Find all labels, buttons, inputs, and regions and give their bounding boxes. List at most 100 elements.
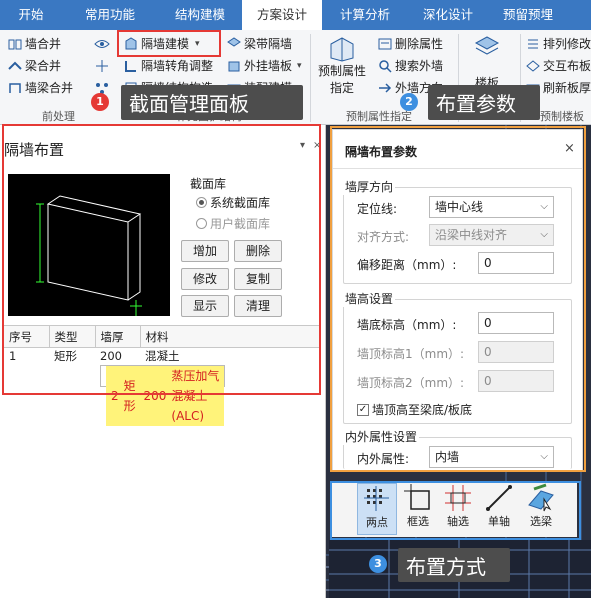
wall-beam-merge-icon: [8, 81, 22, 95]
chevron-down-icon: ⌵: [540, 229, 548, 240]
cell-material: 蒸压加气混凝土(ALC): [166, 365, 224, 426]
show-section-button[interactable]: 显示: [181, 295, 229, 317]
cell-material: 混凝土: [145, 349, 180, 364]
two-point-mode-button[interactable]: 两点: [357, 483, 397, 535]
partition-modeling-button[interactable]: 隔墙建模 ▾: [124, 34, 200, 54]
tab-common[interactable]: 常用功能: [62, 0, 158, 30]
callout-params: 布置参数: [428, 85, 540, 120]
wall-top1-input[interactable]: 0: [478, 341, 554, 363]
add-section-button[interactable]: 增加: [181, 240, 229, 262]
cell-thickness: 200: [138, 365, 167, 426]
group-label-preprocess: 前处理: [42, 110, 75, 123]
wall-bottom-input[interactable]: 0: [478, 312, 554, 334]
select-beam-icon: [528, 483, 554, 512]
partition-wall-icon: [124, 37, 138, 51]
inout-select[interactable]: 内墙 ⌵: [429, 446, 554, 468]
copy-section-button[interactable]: 复制: [234, 268, 282, 290]
beam-merge-button[interactable]: 梁合并: [8, 56, 61, 76]
offset-label: 偏移距离（mm）:: [357, 258, 457, 272]
wall-beam-merge-button[interactable]: 墙梁合并: [8, 78, 73, 98]
tab-start[interactable]: 开始: [0, 0, 62, 30]
col-header-thickness[interactable]: 墙厚: [95, 325, 141, 348]
table-row-selected[interactable]: 2 矩形 200 蒸压加气混凝土(ALC): [100, 364, 225, 426]
wall-merge-button[interactable]: 墙合并: [8, 34, 61, 54]
ribbon-tab-bar: 开始 常用功能 结构建模 方案设计 计算分析 深化设计 预留预埋: [0, 0, 591, 30]
wall-bottom-label: 墙底标高（mm）:: [357, 318, 457, 332]
panel-close-icon[interactable]: ×: [313, 140, 321, 151]
placement-mode-toolbar: 两点 框选 轴选 单轴 选梁: [332, 481, 577, 537]
panel-menu-icon[interactable]: ▾: [300, 140, 305, 151]
eye-icon[interactable]: [94, 34, 110, 54]
user-library-radio[interactable]: 用户截面库: [196, 215, 270, 232]
interactive-slab-button[interactable]: 交互布板: [526, 56, 591, 76]
wall-top2-label: 墙顶标高2（mm）:: [357, 376, 465, 390]
wall-height-legend: 墙高设置: [343, 290, 396, 307]
section-preview: [8, 174, 170, 316]
clean-section-button[interactable]: 清理: [234, 295, 282, 317]
prefab-property-assign-button[interactable]: 预制属性 指定: [314, 36, 370, 104]
system-library-radio[interactable]: 系统截面库: [196, 194, 270, 211]
col-header-material[interactable]: 材料: [140, 325, 320, 348]
arrange-modify-button[interactable]: 排列修改: [526, 34, 591, 54]
cell-thickness: 200: [100, 349, 122, 364]
delete-section-button[interactable]: 删除: [234, 240, 282, 262]
inout-label: 内外属性:: [357, 452, 410, 466]
select-beam-mode-button[interactable]: 选梁: [520, 483, 562, 535]
checkbox-checked-icon: ✓: [357, 403, 369, 416]
radio-empty-icon: [196, 218, 207, 229]
cell-no: 1: [9, 349, 17, 364]
modify-section-button[interactable]: 修改: [181, 268, 229, 290]
delete-property-button[interactable]: 删除属性: [378, 34, 443, 54]
tab-calculation[interactable]: 计算分析: [322, 0, 408, 30]
dropdown-chevron-icon: ▾: [195, 39, 200, 49]
split-vertical-icon[interactable]: [94, 56, 110, 76]
callout-badge-2: 2: [400, 93, 418, 111]
ribbon-separator: [310, 34, 311, 122]
wall-merge-icon: [8, 37, 22, 51]
beam-partition-icon: [227, 37, 241, 51]
col-header-type[interactable]: 类型: [49, 325, 96, 348]
direction-icon: [378, 81, 392, 95]
floor-slab-button[interactable]: 楼板: [464, 34, 510, 91]
dropdown-chevron-icon: ▾: [297, 61, 302, 71]
panel-title: 隔墙布置: [4, 141, 65, 159]
radio-selected-icon: [196, 197, 207, 208]
section-table: 序号 类型 墙厚 材料 1 矩形 200 混凝土 2 矩形 200 蒸压加气混凝…: [4, 325, 320, 426]
params-title: 隔墙布置参数: [345, 145, 418, 159]
prefab-property-icon: [330, 37, 354, 62]
section-manager-panel: 隔墙布置 ▾ × 截面库 系统截面库 用户截面库 增加 删除 修改 复制 显示 清…: [0, 125, 326, 598]
partition-corner-adjust-button[interactable]: 隔墙转角调整: [124, 56, 213, 76]
col-header-no[interactable]: 序号: [4, 325, 50, 348]
tab-detail-design[interactable]: 深化设计: [408, 0, 488, 30]
callout-badge-1: 1: [91, 93, 109, 111]
arrange-icon: [526, 37, 540, 51]
group-label-prefab-slab: 预制楼板: [540, 110, 584, 123]
callout-badge-3: 3: [369, 555, 387, 573]
wall-thickness-legend: 墙厚方向: [343, 178, 396, 195]
close-icon[interactable]: ×: [564, 141, 575, 156]
single-axis-mode-button[interactable]: 单轴: [479, 483, 519, 535]
search-icon: [378, 59, 392, 73]
align-mode-select[interactable]: 沿梁中线对齐 ⌵: [429, 224, 554, 246]
axis-select-mode-button[interactable]: 轴选: [438, 483, 478, 535]
beam-merge-icon: [8, 59, 22, 73]
wall-top2-input[interactable]: 0: [478, 370, 554, 392]
cell-type: 矩形: [54, 349, 77, 364]
tab-scheme-design[interactable]: 方案设计: [242, 0, 322, 30]
hanging-panel-button[interactable]: 外挂墙板 ▾: [227, 56, 302, 76]
table-row[interactable]: 1 矩形 200 混凝土: [4, 348, 320, 365]
beam-partition-button[interactable]: 梁带隔墙: [227, 34, 292, 54]
box-select-mode-button[interactable]: 框选: [399, 483, 437, 535]
offset-input[interactable]: 0: [478, 252, 554, 274]
wall-top1-label: 墙顶标高1（mm）:: [357, 347, 465, 361]
top-to-beam-checkbox[interactable]: ✓ 墙顶高至梁底/板底: [357, 401, 472, 418]
box-select-icon: [404, 484, 430, 510]
two-point-icon: [364, 486, 389, 511]
cell-no: 2: [106, 365, 119, 426]
tab-structure-modeling[interactable]: 结构建模: [158, 0, 242, 30]
tab-embedded[interactable]: 预留预埋: [488, 0, 568, 30]
panel-controls: ▾ ×: [292, 140, 321, 151]
search-exterior-wall-button[interactable]: 搜索外墙: [378, 56, 443, 76]
locate-line-select[interactable]: 墙中心线 ⌵: [429, 196, 554, 218]
chevron-down-icon: ⌵: [540, 201, 548, 212]
